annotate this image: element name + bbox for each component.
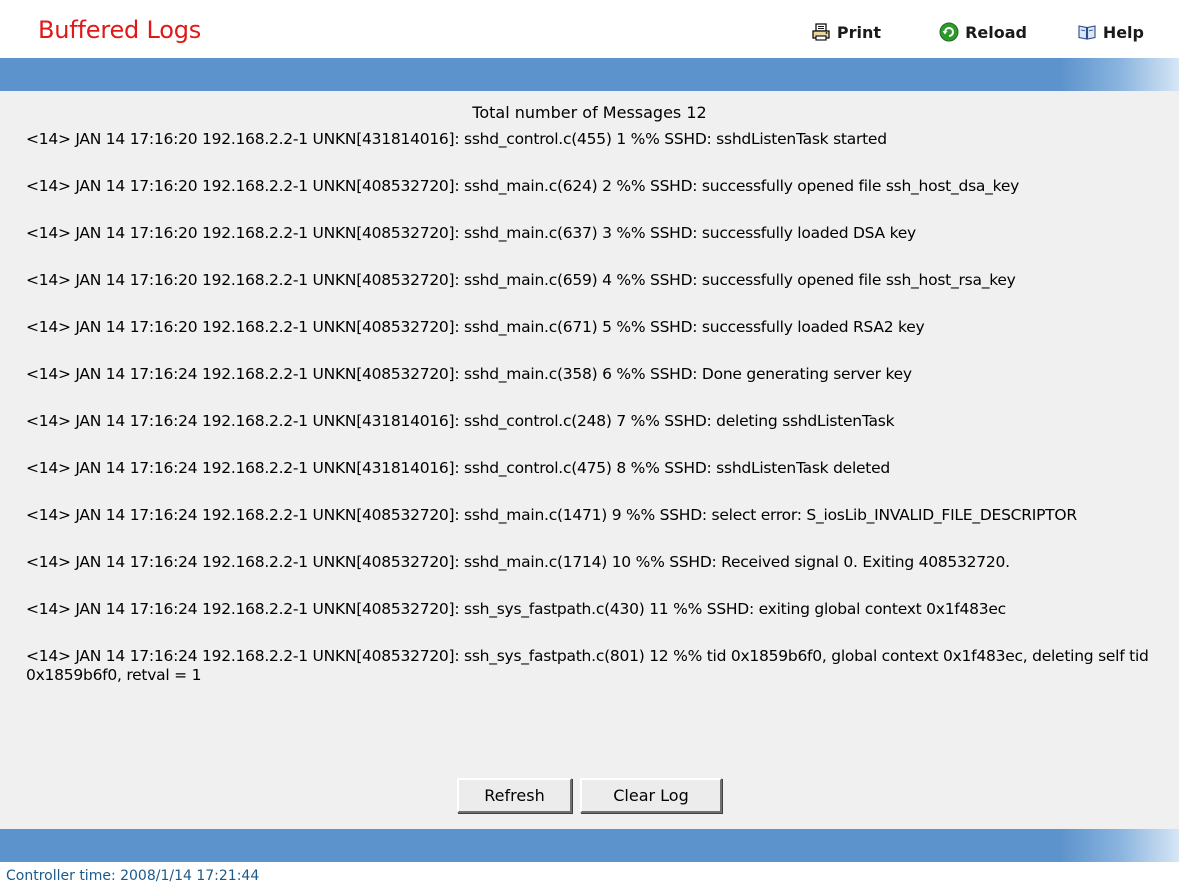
log-entry: <14> JAN 14 17:16:24 192.168.2.2-1 UNKN[… <box>26 506 1077 524</box>
help-label: Help <box>1102 22 1144 42</box>
controller-time: Controller time: 2008/1/14 17:21:44 <box>6 868 260 884</box>
page-header: Buffered Logs Print Reload Help <box>0 0 1179 58</box>
page-footer: Controller time: 2008/1/14 17:21:44 <box>0 862 1179 886</box>
log-entry: <14> JAN 14 17:16:24 192.168.2.2-1 UNKN[… <box>26 647 1149 684</box>
log-entry: <14> JAN 14 17:16:20 192.168.2.2-1 UNKN[… <box>26 177 1020 195</box>
total-messages: Total number of Messages 12 <box>472 103 707 122</box>
header-divider-bar <box>0 58 1179 91</box>
footer-divider-bar <box>0 829 1179 862</box>
log-entry: <14> JAN 14 17:16:24 192.168.2.2-1 UNKN[… <box>26 553 1010 571</box>
log-entry: <14> JAN 14 17:16:20 192.168.2.2-1 UNKN[… <box>26 318 925 336</box>
help-book-icon <box>1077 22 1097 42</box>
log-entry: <14> JAN 14 17:16:20 192.168.2.2-1 UNKN[… <box>26 271 1016 289</box>
log-entry: <14> JAN 14 17:16:20 192.168.2.2-1 UNKN[… <box>26 130 887 148</box>
print-button[interactable]: Print <box>811 20 881 44</box>
log-entry: <14> JAN 14 17:16:20 192.168.2.2-1 UNKN[… <box>26 224 916 242</box>
log-entry: <14> JAN 14 17:16:24 192.168.2.2-1 UNKN[… <box>26 412 895 430</box>
log-entry: <14> JAN 14 17:16:24 192.168.2.2-1 UNKN[… <box>26 600 1006 618</box>
log-content: Total number of Messages 12 <14> JAN 14 … <box>0 91 1179 829</box>
clear-log-button[interactable]: Clear Log <box>580 778 722 813</box>
reload-button[interactable]: Reload <box>939 20 1027 44</box>
log-entry: <14> JAN 14 17:16:24 192.168.2.2-1 UNKN[… <box>26 459 890 477</box>
help-button[interactable]: Help <box>1077 20 1144 44</box>
log-entry: <14> JAN 14 17:16:24 192.168.2.2-1 UNKN[… <box>26 365 912 383</box>
page: Buffered Logs Print Reload Help Total nu… <box>0 0 1179 886</box>
page-title: Buffered Logs <box>38 16 202 44</box>
reload-icon <box>939 22 959 42</box>
action-buttons: Refresh Clear Log <box>0 778 1179 813</box>
refresh-button[interactable]: Refresh <box>457 778 572 813</box>
log-list: <14> JAN 14 17:16:20 192.168.2.2-1 UNKN[… <box>26 130 1171 694</box>
printer-icon <box>811 22 831 42</box>
print-label: Print <box>836 22 881 42</box>
reload-label: Reload <box>965 22 1027 42</box>
